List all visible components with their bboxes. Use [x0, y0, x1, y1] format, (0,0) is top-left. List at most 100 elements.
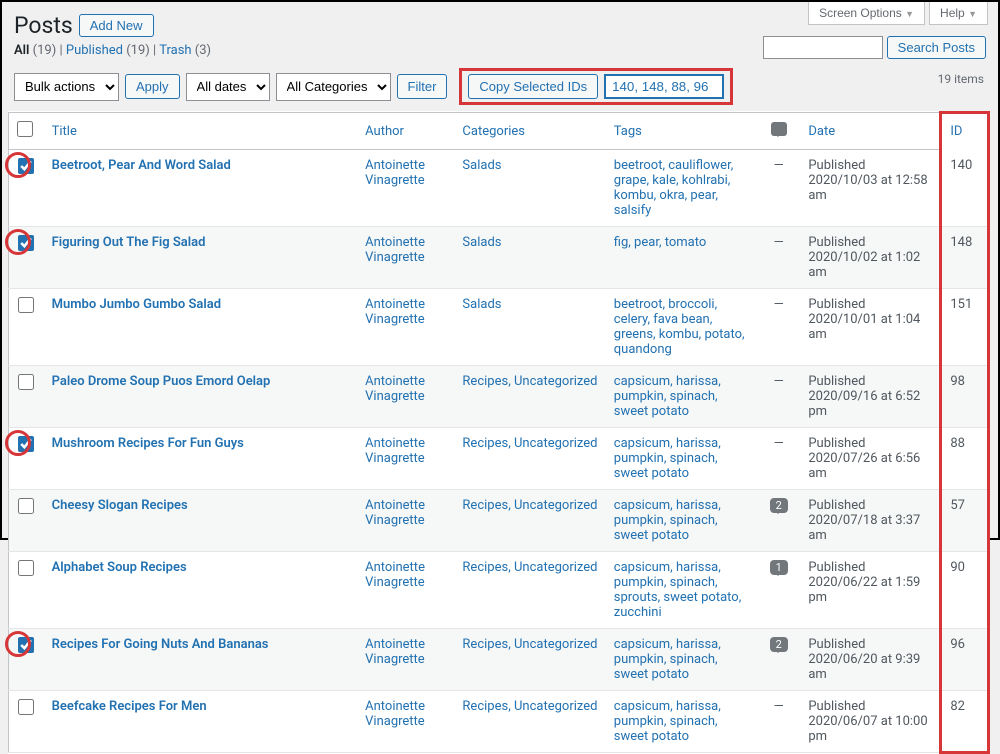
comments-cell: 2: [757, 490, 800, 552]
id-cell: 98: [941, 366, 989, 428]
search-input[interactable]: [763, 36, 883, 59]
category-link[interactable]: Recipes, Uncategorized: [462, 374, 597, 389]
id-cell: 88: [941, 428, 989, 490]
id-cell: 151: [941, 289, 989, 366]
category-link[interactable]: Salads: [462, 235, 501, 250]
date-cell: Published2020/06/07 at 10:00 pm: [800, 691, 941, 753]
col-id[interactable]: ID: [950, 124, 962, 139]
comments-cell: —: [757, 366, 800, 428]
author-link[interactable]: Antoinette Vinagrette: [365, 374, 425, 404]
date-cell: Published2020/10/03 at 12:58 am: [800, 150, 941, 227]
select-all-checkbox[interactable]: [17, 121, 33, 137]
col-tags: Tags: [606, 113, 757, 150]
col-title[interactable]: Title: [52, 124, 77, 139]
screen-options-label: Screen Options: [819, 6, 902, 20]
help-button[interactable]: Help ▼: [929, 2, 988, 25]
id-cell: 96: [941, 629, 989, 691]
row-checkbox[interactable]: [18, 699, 34, 715]
row-checkbox[interactable]: [18, 560, 34, 576]
table-row: Mushroom Recipes For Fun Guys Antoinette …: [9, 428, 989, 490]
post-title-link[interactable]: Figuring Out The Fig Salad: [52, 235, 206, 250]
row-checkbox[interactable]: [18, 374, 34, 390]
tags-links[interactable]: capsicum, harissa, pumpkin, spinach, swe…: [614, 699, 721, 744]
view-trash-link[interactable]: Trash: [159, 43, 191, 58]
comment-count-bubble[interactable]: 2: [770, 637, 788, 652]
category-link[interactable]: Recipes, Uncategorized: [462, 637, 597, 652]
dates-select[interactable]: All dates: [186, 73, 270, 101]
categories-select[interactable]: All Categories: [276, 73, 391, 101]
row-checkbox[interactable]: [18, 637, 34, 653]
table-row: Recipes For Going Nuts And Bananas Antoin…: [9, 629, 989, 691]
tags-links[interactable]: capsicum, harissa, pumpkin, spinach, spr…: [614, 560, 742, 620]
comments-cell: —: [757, 691, 800, 753]
date-cell: Published2020/07/26 at 6:56 am: [800, 428, 941, 490]
post-title-link[interactable]: Alphabet Soup Recipes: [52, 560, 187, 575]
author-link[interactable]: Antoinette Vinagrette: [365, 699, 425, 729]
row-checkbox[interactable]: [18, 297, 34, 313]
view-published-link[interactable]: Published: [66, 43, 123, 58]
copy-selected-ids-button[interactable]: Copy Selected IDs: [468, 74, 598, 99]
tags-links[interactable]: capsicum, harissa, pumpkin, spinach, swe…: [614, 498, 721, 543]
date-cell: Published2020/09/16 at 6:52 pm: [800, 366, 941, 428]
search-posts-button[interactable]: Search Posts: [887, 36, 986, 59]
row-checkbox[interactable]: [18, 235, 34, 251]
author-link[interactable]: Antoinette Vinagrette: [365, 498, 425, 528]
category-link[interactable]: Recipes, Uncategorized: [462, 560, 597, 575]
chevron-down-icon: ▼: [905, 9, 914, 19]
id-cell: 148: [941, 227, 989, 289]
author-link[interactable]: Antoinette Vinagrette: [365, 436, 425, 466]
add-new-button[interactable]: Add New: [79, 14, 154, 37]
date-cell: Published2020/07/18 at 3:37 am: [800, 490, 941, 552]
post-title-link[interactable]: Recipes For Going Nuts And Bananas: [52, 637, 269, 652]
table-row: Beefcake Recipes For Men Antoinette Vinag…: [9, 691, 989, 753]
tags-links[interactable]: beetroot, cauliflower, grape, kale, kohl…: [614, 158, 734, 218]
col-date[interactable]: Date: [808, 124, 835, 139]
post-title-link[interactable]: Mumbo Jumbo Gumbo Salad: [52, 297, 221, 312]
view-all-link[interactable]: All: [14, 43, 29, 58]
apply-button[interactable]: Apply: [125, 74, 180, 99]
author-link[interactable]: Antoinette Vinagrette: [365, 297, 425, 327]
bulk-actions-select[interactable]: Bulk actions: [14, 73, 119, 101]
author-link[interactable]: Antoinette Vinagrette: [365, 158, 425, 188]
items-count: 19 items: [938, 72, 984, 86]
post-title-link[interactable]: Paleo Drome Soup Puos Emord Oelap: [52, 374, 271, 389]
comments-icon: [771, 122, 787, 136]
row-checkbox[interactable]: [18, 158, 34, 174]
category-link[interactable]: Recipes, Uncategorized: [462, 498, 597, 513]
comments-cell: 1: [757, 552, 800, 629]
tags-links[interactable]: fig, pear, tomato: [614, 235, 707, 250]
date-cell: Published2020/10/02 at 1:02 am: [800, 227, 941, 289]
comment-count-bubble[interactable]: 1: [770, 560, 788, 575]
author-link[interactable]: Antoinette Vinagrette: [365, 637, 425, 667]
row-checkbox[interactable]: [18, 498, 34, 514]
category-link[interactable]: Recipes, Uncategorized: [462, 436, 597, 451]
id-cell: 140: [941, 150, 989, 227]
tags-links[interactable]: capsicum, harissa, pumpkin, spinach, swe…: [614, 637, 721, 682]
post-title-link[interactable]: Beetroot, Pear And Word Salad: [52, 158, 231, 173]
tags-links[interactable]: beetroot, broccoli, celery, fava bean, g…: [614, 297, 745, 357]
id-cell: 90: [941, 552, 989, 629]
selected-ids-input[interactable]: [604, 74, 724, 99]
col-categories: Categories: [454, 113, 605, 150]
chevron-down-icon: ▼: [968, 9, 977, 19]
screen-options-button[interactable]: Screen Options ▼: [808, 2, 925, 25]
tags-links[interactable]: capsicum, harissa, pumpkin, spinach, swe…: [614, 374, 721, 419]
post-title-link[interactable]: Beefcake Recipes For Men: [52, 699, 207, 714]
post-title-link[interactable]: Cheesy Slogan Recipes: [52, 498, 188, 513]
filter-button[interactable]: Filter: [397, 74, 448, 99]
row-checkbox[interactable]: [18, 436, 34, 452]
category-link[interactable]: Recipes, Uncategorized: [462, 699, 597, 714]
id-cell: 82: [941, 691, 989, 753]
comments-cell: —: [757, 150, 800, 227]
comment-count-bubble[interactable]: 2: [770, 498, 788, 513]
comments-cell: 2: [757, 629, 800, 691]
table-row: Beetroot, Pear And Word Salad Antoinette …: [9, 150, 989, 227]
author-link[interactable]: Antoinette Vinagrette: [365, 560, 425, 590]
post-title-link[interactable]: Mushroom Recipes For Fun Guys: [52, 436, 244, 451]
author-link[interactable]: Antoinette Vinagrette: [365, 235, 425, 265]
category-link[interactable]: Salads: [462, 297, 501, 312]
id-cell: 57: [941, 490, 989, 552]
tags-links[interactable]: capsicum, harissa, pumpkin, spinach, swe…: [614, 436, 721, 481]
category-link[interactable]: Salads: [462, 158, 501, 173]
table-row: Mumbo Jumbo Gumbo Salad Antoinette Vinagr…: [9, 289, 989, 366]
